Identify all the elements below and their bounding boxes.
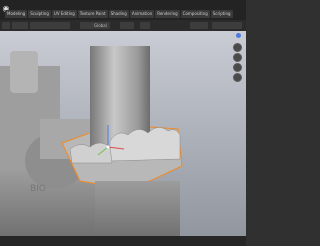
- editor-type-button[interactable]: [2, 22, 10, 29]
- tab-texture-paint[interactable]: Texture Paint: [77, 10, 108, 18]
- top-bar: ◉ Modeling Sculpting UV Editing Texture …: [0, 0, 246, 20]
- tab-modeling[interactable]: Modeling: [5, 10, 28, 18]
- tab-rendering[interactable]: Rendering: [155, 10, 180, 18]
- orientation-label: Global: [94, 23, 107, 28]
- tab-uv-editing[interactable]: UV Editing: [51, 10, 77, 18]
- zoom-icon[interactable]: [233, 43, 242, 52]
- overlay-button[interactable]: [190, 22, 208, 29]
- mode-dropdown[interactable]: [12, 22, 28, 29]
- teeth-left: [69, 142, 113, 164]
- 3d-viewport[interactable]: BIO: [0, 31, 246, 246]
- gizmo-origin[interactable]: [106, 145, 110, 149]
- dental-model-scene: BIO: [0, 31, 246, 246]
- workspace-tabs: Modeling Sculpting UV Editing Texture Pa…: [5, 10, 233, 18]
- navigation-gizmo: [233, 33, 245, 97]
- tab-compositing[interactable]: Compositing: [180, 10, 210, 18]
- grid-icon[interactable]: [233, 73, 242, 82]
- pan-icon[interactable]: [233, 53, 242, 62]
- tab-shading[interactable]: Shading: [108, 10, 129, 18]
- menu-buttons[interactable]: [30, 22, 70, 29]
- proportional-button[interactable]: [140, 22, 150, 29]
- shading-buttons[interactable]: [212, 22, 242, 29]
- status-bar: [0, 236, 246, 246]
- snap-button[interactable]: [120, 22, 134, 29]
- tab-animation[interactable]: Animation: [129, 10, 155, 18]
- model-post-left: [10, 51, 38, 93]
- tab-scripting[interactable]: Scripting: [210, 10, 233, 18]
- engraved-mark: BIO: [30, 184, 46, 194]
- view-axis-z-icon[interactable]: [236, 33, 241, 38]
- tab-sculpting[interactable]: Sculpting: [28, 10, 51, 18]
- camera-icon[interactable]: [233, 63, 242, 72]
